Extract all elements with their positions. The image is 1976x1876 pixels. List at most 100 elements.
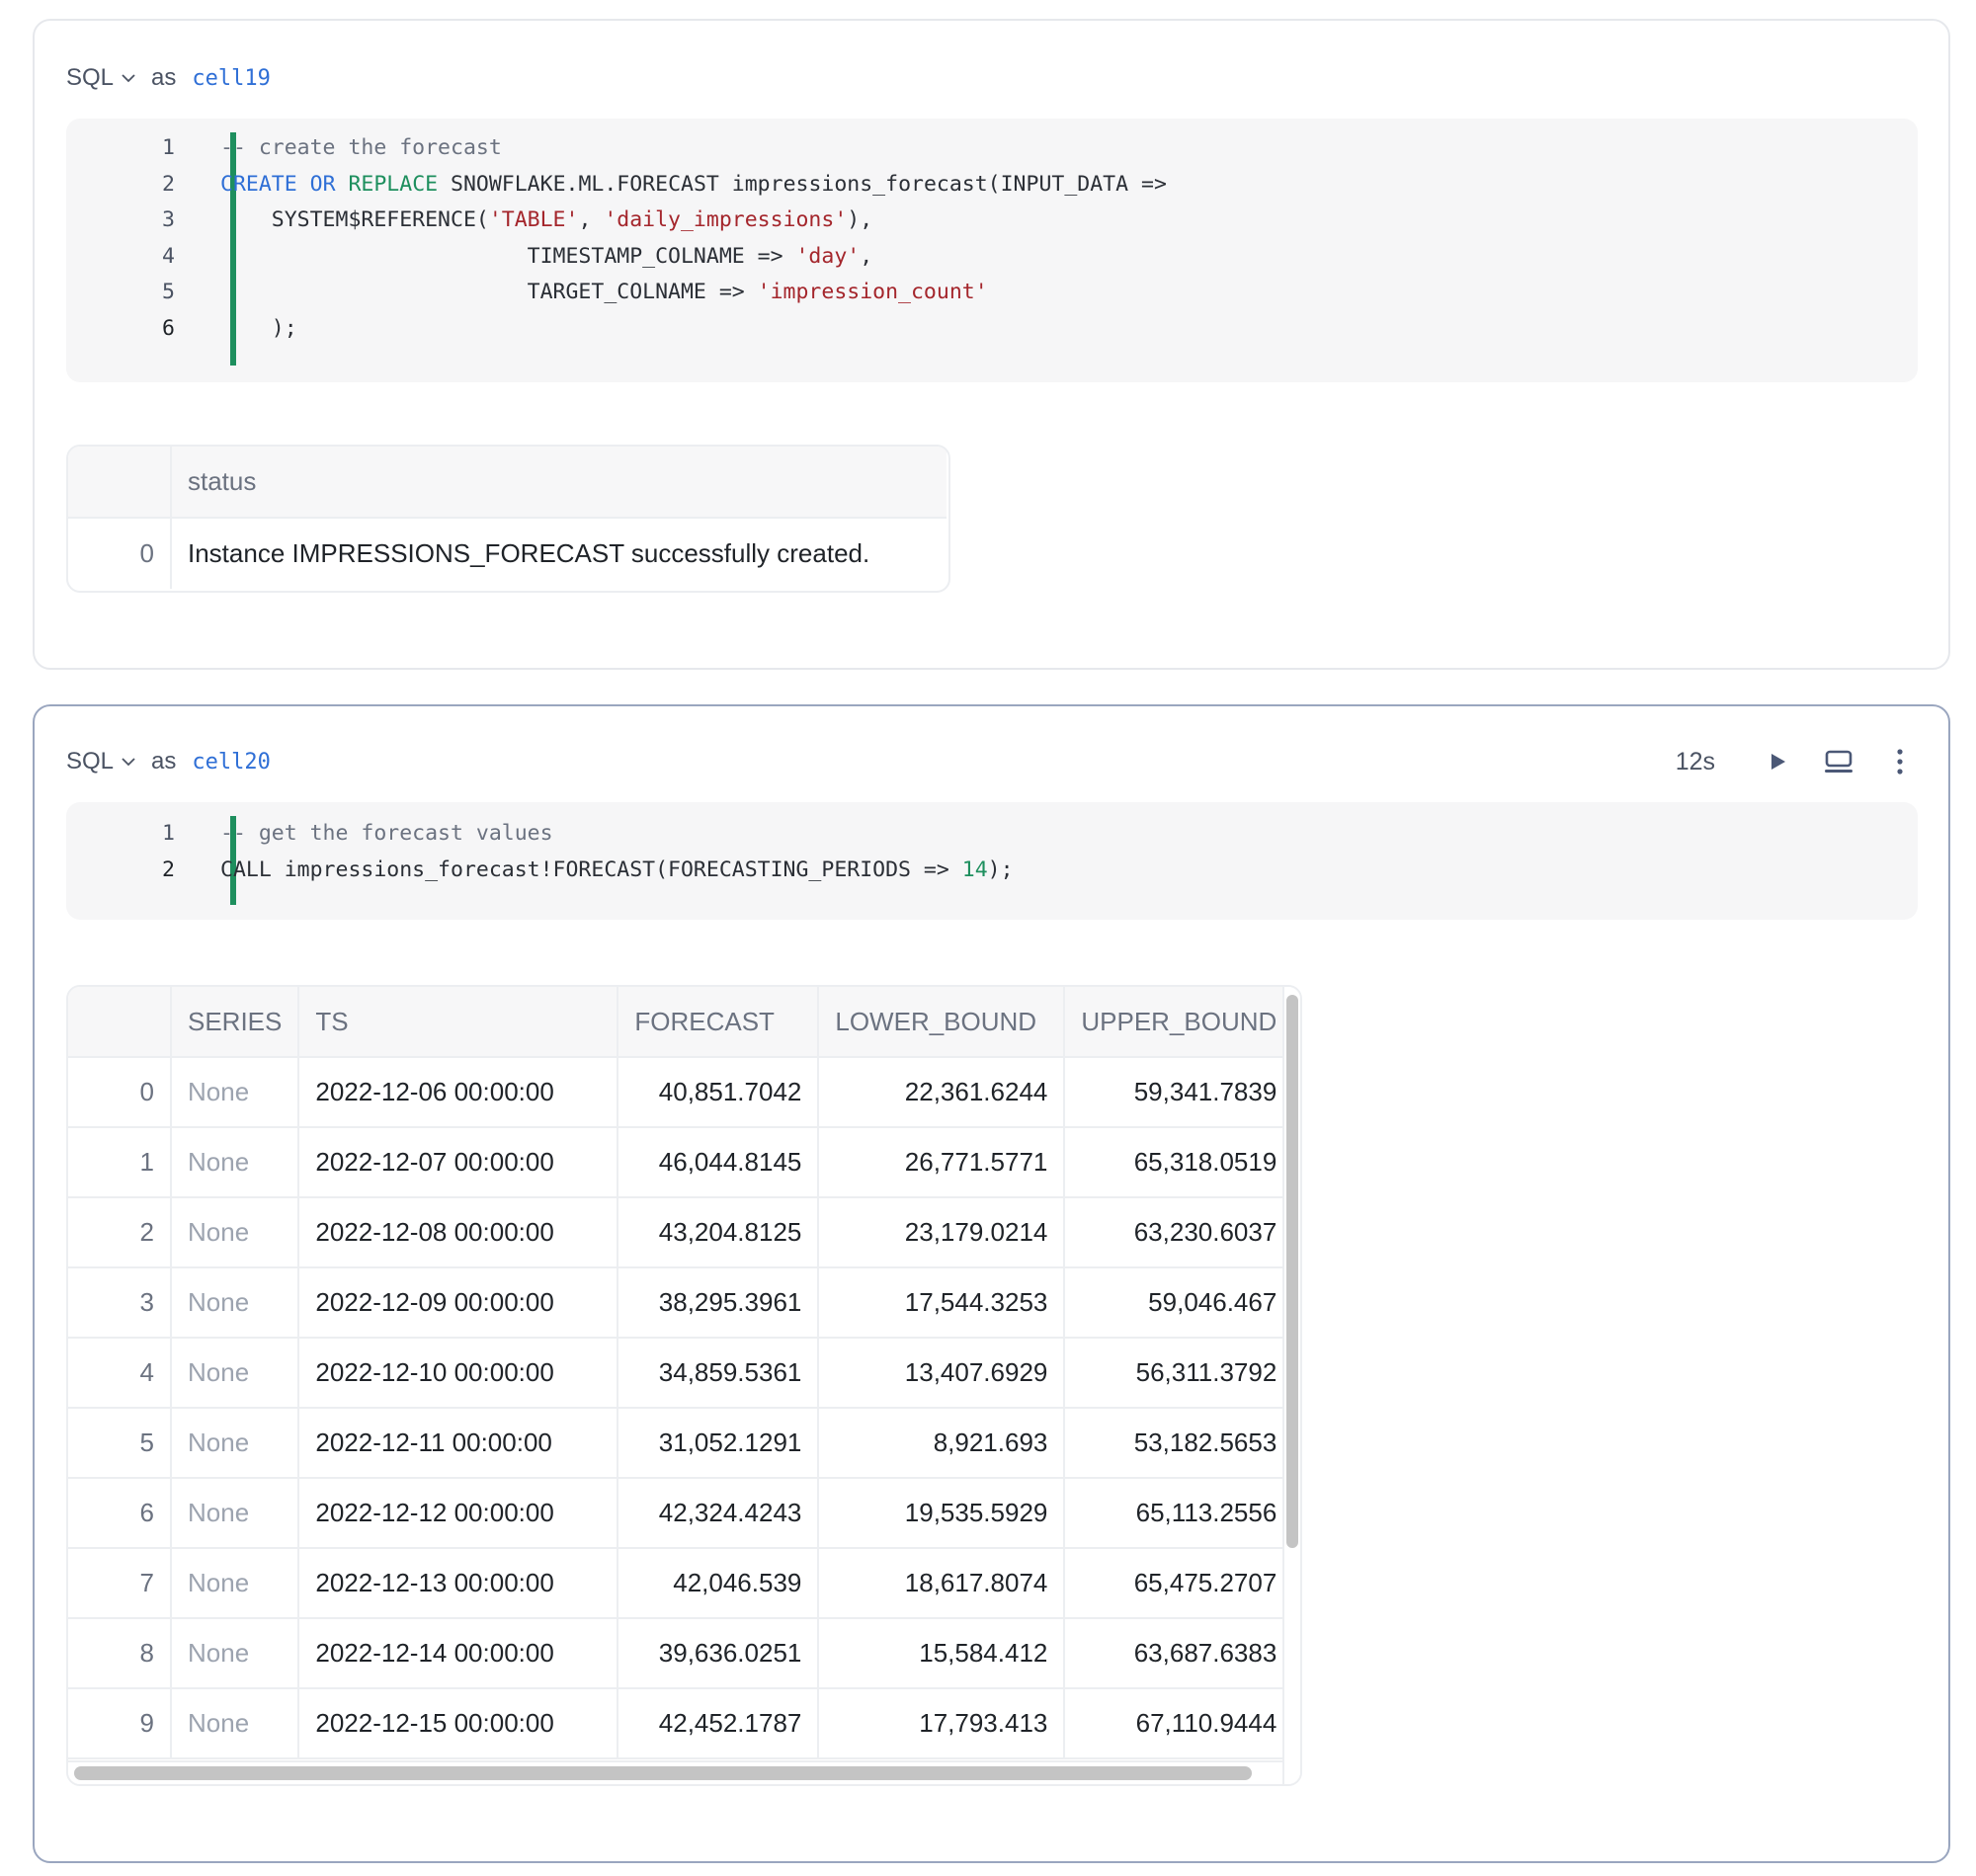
- cell-name[interactable]: cell19: [192, 66, 270, 91]
- table-row: 0 Instance IMPRESSIONS_FORECAST successf…: [68, 518, 947, 589]
- language-label: SQL: [66, 64, 115, 91]
- code-text: TIMESTAMP_COLNAME => 'day',: [220, 239, 873, 275]
- line-number: 6: [162, 316, 175, 341]
- monitor-icon: [1825, 750, 1852, 773]
- index-header: [68, 447, 172, 519]
- notebook-cell-cell19[interactable]: SQL as cell19 1 -- create the forecast 2 CR…: [33, 19, 1950, 670]
- vertical-scroll-track[interactable]: [1282, 987, 1300, 1784]
- upper-bound-cell: 63,230.6037: [1064, 1197, 1295, 1268]
- line-number: 5: [162, 280, 175, 305]
- more-options-button[interactable]: [1883, 745, 1917, 778]
- lower-bound-cell: 26,771.5771: [818, 1127, 1066, 1198]
- ts-cell: 2022-12-10 00:00:00: [298, 1338, 619, 1409]
- code-line[interactable]: 4 TIMESTAMP_COLNAME => 'day',: [66, 239, 1918, 275]
- code-line[interactable]: 5 TARGET_COLNAME => 'impression_count': [66, 275, 1918, 310]
- lower-bound-cell: 23,179.0214: [818, 1197, 1066, 1268]
- code-line[interactable]: 2 CREATE OR REPLACE SNOWFLAKE.ML.FORECAST…: [66, 167, 1918, 203]
- kebab-menu-icon: [1897, 749, 1903, 775]
- code-line[interactable]: 2 CALL impressions_forecast!FORECAST(FORE…: [66, 853, 1918, 888]
- language-selector[interactable]: SQL: [66, 64, 151, 92]
- chevron-down-icon: [122, 74, 135, 83]
- column-header-status[interactable]: status: [171, 447, 947, 519]
- ts-cell: 2022-12-06 00:00:00: [298, 1057, 619, 1128]
- code-token: );: [987, 856, 1014, 882]
- cell-toolbar: 12s: [1676, 745, 1917, 778]
- column-header-lower-bound[interactable]: LOWER_BOUND: [818, 987, 1066, 1058]
- line-number: 1: [162, 821, 175, 846]
- horizontal-scroll-track[interactable]: [68, 1760, 1284, 1784]
- upper-bound-cell: 56,311.3792: [1064, 1338, 1295, 1409]
- horizontal-scrollbar[interactable]: [74, 1766, 1252, 1780]
- forecast-cell: 43,204.8125: [618, 1197, 820, 1268]
- series-cell: None: [171, 1267, 300, 1339]
- line-number: 2: [162, 171, 175, 197]
- code-token: );: [220, 316, 297, 341]
- code-token-str: 'day': [795, 243, 861, 269]
- code-token-str: 'daily_impressions': [604, 207, 848, 233]
- code-editor[interactable]: 1 -- create the forecast 2 CREATE OR REPLAC…: [66, 119, 1918, 382]
- forecast-cell: 42,046.539: [618, 1548, 820, 1619]
- table-row: 0 None 2022-12-06 00:00:00 40,851.7042 22,36…: [68, 1057, 1295, 1128]
- column-header-ts[interactable]: TS: [298, 987, 619, 1058]
- toggle-output-button[interactable]: [1822, 745, 1855, 778]
- table-row: 8 None 2022-12-14 00:00:00 39,636.0251 15,58…: [68, 1618, 1295, 1689]
- code-line[interactable]: 1 -- create the forecast: [66, 130, 1918, 166]
- result-table: SERIES TS FORECAST LOWER_BOUND UPPER_BOU…: [66, 985, 1302, 1786]
- upper-bound-cell: 65,113.2556: [1064, 1478, 1295, 1549]
- ts-cell: 2022-12-13 00:00:00: [298, 1548, 619, 1619]
- series-cell: None: [171, 1057, 300, 1128]
- code-text: );: [220, 311, 297, 347]
- vertical-scrollbar[interactable]: [1286, 995, 1298, 1548]
- code-line[interactable]: 3 SYSTEM$REFERENCE('TABLE', 'daily_impre…: [66, 203, 1918, 238]
- forecast-cell: 34,859.5361: [618, 1338, 820, 1409]
- cell-name[interactable]: cell20: [192, 750, 270, 775]
- series-cell: None: [171, 1197, 300, 1268]
- lower-bound-cell: 13,407.6929: [818, 1338, 1066, 1409]
- forecast-cell: 38,295.3961: [618, 1267, 820, 1339]
- column-header-upper-bound[interactable]: UPPER_BOUND: [1064, 987, 1295, 1058]
- row-index: 6: [68, 1478, 172, 1549]
- run-cell-button[interactable]: [1761, 745, 1794, 778]
- code-text: CREATE OR REPLACE SNOWFLAKE.ML.FORECAST …: [220, 167, 1167, 203]
- code-token: SYSTEM$REFERENCE(: [220, 207, 489, 233]
- notebook-cell-cell20[interactable]: SQL as cell20 12s 1 -- get the forecast v…: [33, 704, 1950, 1863]
- row-index: 4: [68, 1338, 172, 1409]
- table-row: 6 None 2022-12-12 00:00:00 42,324.4243 19,53…: [68, 1478, 1295, 1549]
- code-token-str: 'impression_count': [757, 280, 988, 305]
- status-cell: Instance IMPRESSIONS_FORECAST successful…: [188, 538, 870, 568]
- language-selector[interactable]: SQL: [66, 748, 151, 775]
- result-table: status 0 Instance IMPRESSIONS_FORECAST s…: [66, 445, 950, 593]
- code-token-kw-blue: CREATE: [220, 171, 297, 197]
- code-line[interactable]: 1 -- get the forecast values: [66, 816, 1918, 852]
- as-label: as: [151, 748, 177, 775]
- column-header-forecast[interactable]: FORECAST: [618, 987, 820, 1058]
- lower-bound-cell: 17,544.3253: [818, 1267, 1066, 1339]
- code-line[interactable]: 6 );: [66, 311, 1918, 347]
- code-token-comment: -- create the forecast: [220, 135, 502, 160]
- column-header-series[interactable]: SERIES: [171, 987, 300, 1058]
- upper-bound-cell: 65,318.0519: [1064, 1127, 1295, 1198]
- code-token: TIMESTAMP_COLNAME =>: [220, 243, 796, 269]
- table-row: 3 None 2022-12-09 00:00:00 38,295.3961 17,54…: [68, 1267, 1295, 1339]
- table-row: 9 None 2022-12-15 00:00:00 42,452.1787 17,79…: [68, 1688, 1295, 1759]
- upper-bound-cell: 65,475.2707: [1064, 1548, 1295, 1619]
- code-text: CALL impressions_forecast!FORECAST(FOREC…: [220, 853, 1014, 888]
- chevron-down-icon: [122, 758, 135, 767]
- lower-bound-cell: 22,361.6244: [818, 1057, 1066, 1128]
- ts-cell: 2022-12-07 00:00:00: [298, 1127, 619, 1198]
- table-row: 2 None 2022-12-08 00:00:00 43,204.8125 23,17…: [68, 1197, 1295, 1268]
- row-index: 0: [68, 518, 172, 589]
- code-editor[interactable]: 1 -- get the forecast values 2 CALL impress…: [66, 802, 1918, 920]
- code-token: TARGET_COLNAME =>: [220, 280, 758, 305]
- row-index: 7: [68, 1548, 172, 1619]
- upper-bound-cell: 59,341.7839: [1064, 1057, 1295, 1128]
- code-token-kw-green: REPLACE: [348, 171, 439, 197]
- forecast-cell: 42,324.4243: [618, 1478, 820, 1549]
- line-number: 4: [162, 243, 175, 269]
- upper-bound-cell: 63,687.6383: [1064, 1618, 1295, 1689]
- code-token-str: 'TABLE': [488, 207, 579, 233]
- lower-bound-cell: 15,584.412: [818, 1618, 1066, 1689]
- ts-cell: 2022-12-08 00:00:00: [298, 1197, 619, 1268]
- code-token: ,: [860, 243, 873, 269]
- lower-bound-cell: 19,535.5929: [818, 1478, 1066, 1549]
